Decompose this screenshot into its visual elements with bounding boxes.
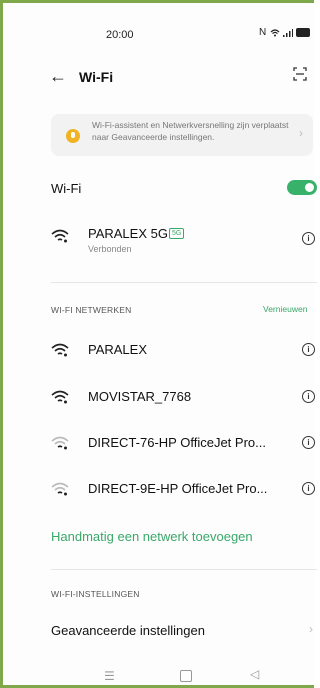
networks-section-title: WI-FI NETWERKEN: [51, 305, 132, 315]
back-arrow-icon[interactable]: ←: [49, 66, 67, 86]
connected-status: Verbonden: [88, 244, 132, 254]
wifi-strong-icon: [51, 390, 69, 404]
chevron-right-icon: ›: [299, 126, 303, 140]
wifi-strong-icon: [51, 343, 69, 357]
info-icon[interactable]: i: [302, 232, 315, 245]
connected-network-name[interactable]: PARALEX 5G: [88, 226, 168, 241]
back-triangle-icon[interactable]: ◁: [250, 667, 259, 681]
advanced-settings-item[interactable]: Geavanceerde instellingen: [51, 623, 205, 638]
settings-section-title: WI-FI-INSTELLINGEN: [51, 589, 140, 599]
network-name[interactable]: MOVISTAR_7768: [88, 389, 191, 404]
info-icon[interactable]: i: [302, 343, 315, 356]
divider: [51, 282, 317, 283]
page-title: Wi-Fi: [79, 69, 114, 85]
network-name[interactable]: DIRECT-9E-HP OfficeJet Pro...: [88, 481, 267, 496]
network-name[interactable]: DIRECT-76-HP OfficeJet Pro...: [88, 435, 266, 450]
refresh-link[interactable]: Vernieuwen: [263, 304, 307, 314]
5g-badge: 5G: [169, 228, 185, 239]
nfc-icon: N: [259, 27, 268, 38]
info-icon[interactable]: i: [302, 390, 315, 403]
tip-text: Wi-Fi-assistent en Netwerkversnelling zi…: [92, 120, 289, 142]
divider: [51, 569, 317, 570]
recent-apps-icon[interactable]: ☰: [104, 669, 115, 683]
status-time: 20:00: [106, 29, 134, 41]
add-network-link[interactable]: Handmatig een netwerk toevoegen: [51, 529, 253, 544]
scan-qr-icon[interactable]: [293, 67, 307, 81]
battery-icon: [296, 28, 311, 37]
wifi-icon: [270, 28, 280, 36]
wifi-toggle[interactable]: [287, 180, 317, 195]
info-icon[interactable]: i: [302, 482, 315, 495]
status-icons: N: [259, 27, 311, 38]
wifi-toggle-label: Wi-Fi: [51, 181, 82, 196]
wifi-weak-icon: [51, 436, 69, 450]
home-icon[interactable]: [180, 670, 192, 682]
wifi-connected-icon: [51, 229, 69, 243]
chevron-right-icon: ›: [309, 622, 313, 636]
network-name[interactable]: PARALEX: [88, 342, 147, 357]
phone-screen: 20:00 N ← Wi-Fi Wi-Fi-assistent en Netwe…: [0, 0, 317, 688]
lightbulb-icon: [66, 129, 80, 143]
info-icon[interactable]: i: [302, 436, 315, 449]
signal-icon: [283, 28, 294, 37]
wifi-weak-icon: [51, 482, 69, 496]
